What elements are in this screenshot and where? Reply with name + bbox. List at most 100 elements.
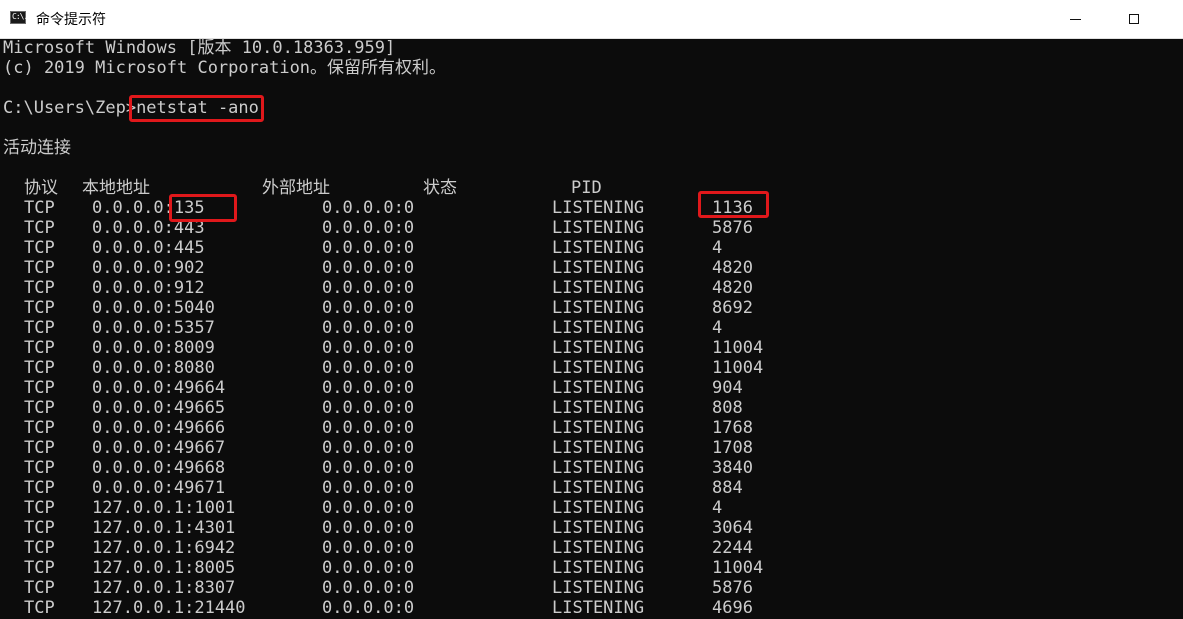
cell-state: LISTENING	[552, 318, 645, 338]
cell-local: 0.0.0.0:5357	[92, 318, 215, 338]
cell-local: 0.0.0.0:912	[92, 278, 205, 298]
cell-local: 0.0.0.0:49667	[92, 438, 226, 458]
cell-local: 0.0.0.0:49665	[92, 398, 226, 418]
header-proto: 协议	[24, 178, 58, 198]
cell-state: LISTENING	[552, 398, 645, 418]
cell-local: 127.0.0.1:8005	[92, 558, 236, 578]
cell-foreign: 0.0.0.0:0	[322, 458, 415, 478]
cell-proto: TCP	[24, 318, 55, 338]
header-pid: PID	[571, 178, 602, 198]
cell-proto: TCP	[24, 598, 55, 618]
cell-local: 0.0.0.0:8080	[92, 358, 215, 378]
cell-local: 0.0.0.0:8009	[92, 338, 215, 358]
cell-foreign: 0.0.0.0:0	[322, 218, 415, 238]
cell-foreign: 0.0.0.0:0	[322, 238, 415, 258]
cell-state: LISTENING	[552, 378, 645, 398]
cell-pid: 4	[712, 498, 723, 518]
minimize-button[interactable]	[1052, 0, 1098, 38]
cell-proto: TCP	[24, 558, 55, 578]
cell-foreign: 0.0.0.0:0	[322, 258, 415, 278]
cell-proto: TCP	[24, 378, 55, 398]
cell-foreign: 0.0.0.0:0	[322, 478, 415, 498]
cell-state: LISTENING	[552, 198, 645, 218]
cell-state: LISTENING	[552, 538, 645, 558]
cell-pid: 11004	[712, 338, 764, 358]
cell-local: 0.0.0.0:902	[92, 258, 205, 278]
cell-pid: 4	[712, 238, 723, 258]
prompt: C:\Users\Zep>	[3, 98, 137, 118]
cell-local: 0.0.0.0:5040	[92, 298, 215, 318]
header-local: 本地地址	[82, 178, 150, 198]
cell-state: LISTENING	[552, 498, 645, 518]
pid-highlight	[698, 191, 769, 218]
cell-proto: TCP	[24, 498, 55, 518]
cell-state: LISTENING	[552, 578, 645, 598]
cell-local: 0.0.0.0:49668	[92, 458, 226, 478]
cell-foreign: 0.0.0.0:0	[322, 358, 415, 378]
cell-pid: 5876	[712, 218, 753, 238]
cell-proto: TCP	[24, 398, 55, 418]
cell-foreign: 0.0.0.0:0	[322, 438, 415, 458]
command-highlight	[129, 95, 264, 122]
cell-state: LISTENING	[552, 298, 645, 318]
cell-foreign: 0.0.0.0:0	[322, 418, 415, 438]
cell-pid: 4	[712, 318, 723, 338]
cell-foreign: 0.0.0.0:0	[322, 398, 415, 418]
cell-local: 0.0.0.0:49671	[92, 478, 226, 498]
cell-local: 127.0.0.1:1001	[92, 498, 236, 518]
cell-state: LISTENING	[552, 478, 645, 498]
cell-local: 127.0.0.1:4301	[92, 518, 236, 538]
cell-pid: 1768	[712, 418, 753, 438]
cell-pid: 2244	[712, 538, 753, 558]
cell-proto: TCP	[24, 238, 55, 258]
cell-foreign: 0.0.0.0:0	[322, 378, 415, 398]
cell-proto: TCP	[24, 278, 55, 298]
cell-state: LISTENING	[552, 558, 645, 578]
cell-foreign: 0.0.0.0:0	[322, 518, 415, 538]
cell-state: LISTENING	[552, 438, 645, 458]
cell-proto: TCP	[24, 418, 55, 438]
window-title: 命令提示符	[36, 12, 106, 28]
cell-local: 127.0.0.1:6942	[92, 538, 236, 558]
cell-local: 127.0.0.1:8307	[92, 578, 236, 598]
cell-proto: TCP	[24, 458, 55, 478]
cell-pid: 808	[712, 398, 743, 418]
cell-pid: 4820	[712, 278, 753, 298]
section-title: 活动连接	[3, 138, 71, 158]
cell-state: LISTENING	[552, 258, 645, 278]
maximize-icon	[1129, 14, 1139, 24]
maximize-button[interactable]	[1111, 0, 1157, 38]
cell-proto: TCP	[24, 518, 55, 538]
cell-state: LISTENING	[552, 598, 645, 618]
cell-proto: TCP	[24, 338, 55, 358]
cell-state: LISTENING	[552, 218, 645, 238]
cell-local: 0.0.0.0:49664	[92, 378, 226, 398]
port-highlight	[169, 194, 237, 222]
cell-pid: 884	[712, 478, 743, 498]
header-foreign: 外部地址	[262, 178, 330, 198]
cell-foreign: 0.0.0.0:0	[322, 318, 415, 338]
cell-foreign: 0.0.0.0:0	[322, 198, 415, 218]
cell-state: LISTENING	[552, 338, 645, 358]
cell-local: 0.0.0.0:445	[92, 238, 205, 258]
cell-proto: TCP	[24, 258, 55, 278]
cell-pid: 5876	[712, 578, 753, 598]
title-bar[interactable]: C:\. 命令提示符	[0, 0, 1183, 39]
cell-foreign: 0.0.0.0:0	[322, 278, 415, 298]
cell-pid: 3840	[712, 458, 753, 478]
cell-pid: 3064	[712, 518, 753, 538]
cell-proto: TCP	[24, 298, 55, 318]
cell-foreign: 0.0.0.0:0	[322, 558, 415, 578]
cell-proto: TCP	[24, 578, 55, 598]
cell-pid: 4696	[712, 598, 753, 618]
cell-state: LISTENING	[552, 238, 645, 258]
minimize-icon	[1069, 18, 1081, 20]
cell-state: LISTENING	[552, 418, 645, 438]
cell-foreign: 0.0.0.0:0	[322, 578, 415, 598]
cell-pid: 1708	[712, 438, 753, 458]
console-output[interactable]: Microsoft Windows [版本 10.0.18363.959] (c…	[0, 38, 1183, 619]
cell-proto: TCP	[24, 218, 55, 238]
cell-pid: 11004	[712, 358, 764, 378]
cell-local: 127.0.0.1:21440	[92, 598, 246, 618]
cell-foreign: 0.0.0.0:0	[322, 298, 415, 318]
